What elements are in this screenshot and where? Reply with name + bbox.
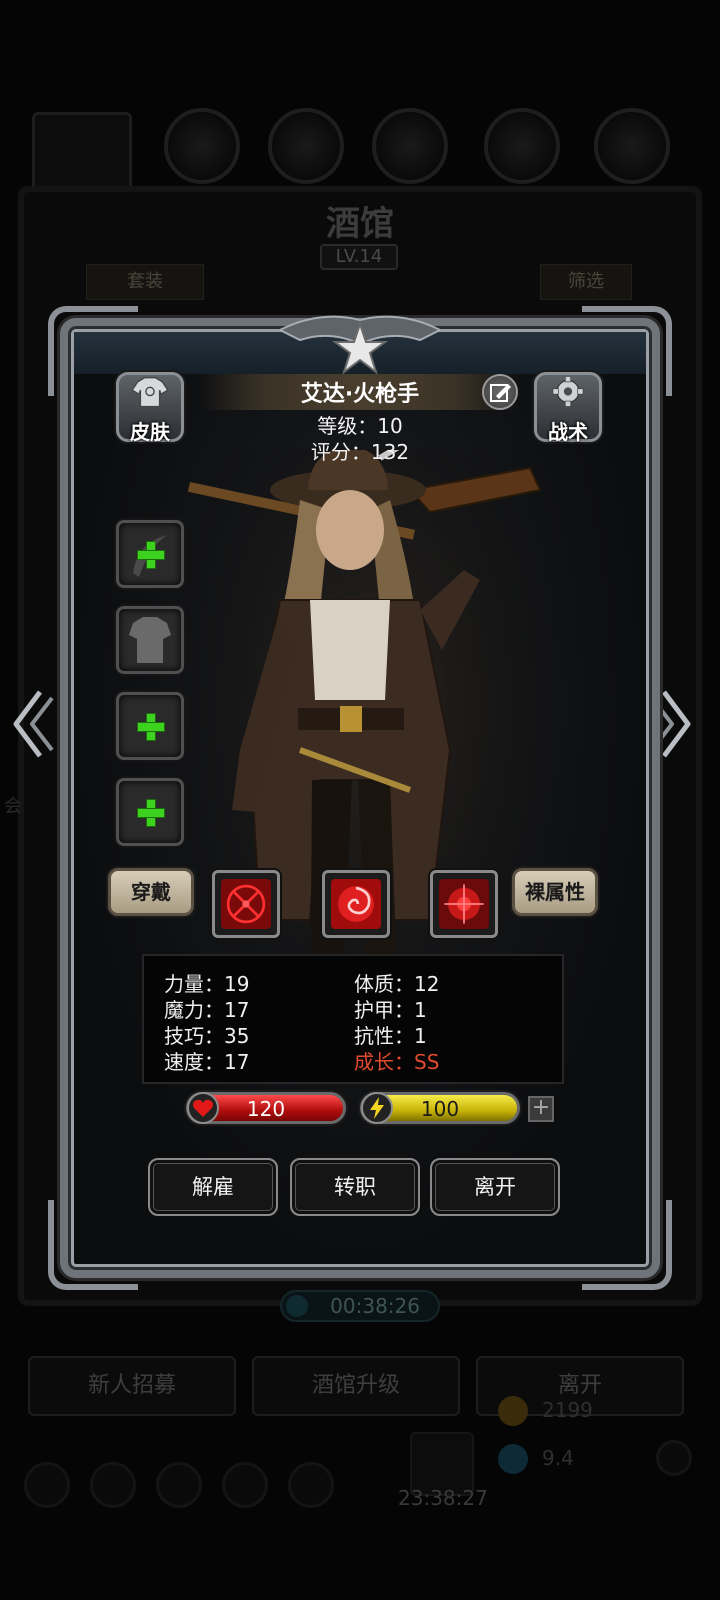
wear-button[interactable]: 穿戴 — [108, 868, 194, 916]
hp-value: 120 — [246, 1097, 286, 1121]
stat-skill: 技巧：35 — [164, 1024, 250, 1048]
add-plus-icon — [137, 713, 165, 741]
tavern-upgrade-button: 酒馆升级 — [252, 1356, 460, 1416]
equip-slot-weapon[interactable] — [116, 520, 184, 588]
bg-side-text: 会 — [4, 796, 22, 817]
bg-menu-icon — [594, 108, 670, 184]
skill-slot-3[interactable] — [430, 870, 498, 938]
frame-corner — [48, 1200, 138, 1290]
tactics-button-label: 战术 — [548, 420, 588, 444]
stat-resistance: 抗性：1 — [354, 1024, 427, 1048]
dock-icon — [156, 1462, 202, 1508]
dock-icon — [288, 1462, 334, 1508]
dismiss-button[interactable]: 解雇 — [148, 1158, 278, 1216]
skill-slot-1[interactable] — [212, 870, 280, 938]
stat-constitution: 体质：12 — [354, 972, 440, 996]
hero-name: 艾达·火枪手 — [300, 382, 420, 407]
recruit-button: 新人招募 — [28, 1356, 236, 1416]
skin-button[interactable]: 皮肤 — [116, 372, 184, 444]
bare-stats-button[interactable]: 裸属性 — [512, 868, 598, 916]
hero-detail-dialog: 艾达·火枪手 等级：10 评分：132 皮肤 战术 穿戴 裸属性 力量：19 魔… — [48, 306, 672, 1290]
star-icon — [331, 320, 389, 375]
stat-armor: 护甲：1 — [354, 998, 427, 1022]
frame-corner — [582, 1200, 672, 1290]
bg-menu-icon — [164, 108, 240, 184]
bg-extra-icon — [656, 1440, 692, 1476]
equip-slot-armor[interactable] — [116, 606, 184, 674]
swirl-skill-icon — [331, 879, 381, 929]
gem-icon — [498, 1444, 528, 1474]
dock-icon — [24, 1462, 70, 1508]
tavern-level: LV.14 — [320, 244, 398, 270]
bg-menu-icon — [268, 108, 344, 184]
stat-magic: 魔力：17 — [164, 998, 250, 1022]
add-energy-button[interactable]: + — [528, 1096, 554, 1122]
bg-menu-icon — [484, 108, 560, 184]
crosshair-skill-icon — [221, 879, 271, 929]
stat-speed: 速度：17 — [164, 1050, 250, 1074]
equip-slot-accessory-2[interactable] — [116, 778, 184, 846]
background-top-icons — [0, 108, 720, 202]
timer-icon — [286, 1295, 308, 1317]
add-plus-icon — [137, 799, 165, 827]
leave-button[interactable]: 离开 — [430, 1158, 560, 1216]
timer-text: 00:38:26 — [330, 1294, 420, 1318]
dock-icon — [222, 1462, 268, 1508]
tavern-title: 酒馆 — [326, 204, 394, 244]
gem-amount: 9.4 — [542, 1446, 574, 1470]
stat-strength: 力量：19 — [164, 972, 250, 996]
tavern-timer: 00:38:26 — [280, 1290, 440, 1322]
energy-value: 100 — [420, 1097, 460, 1121]
gold-coin-icon — [498, 1396, 528, 1426]
dock-icon — [90, 1462, 136, 1508]
previous-hero-arrow-icon[interactable] — [10, 688, 56, 760]
stat-growth: 成长：SS — [354, 1050, 440, 1074]
bg-menu-icon — [372, 108, 448, 184]
hp-bar: 120 — [186, 1092, 346, 1124]
job-change-button[interactable]: 转职 — [290, 1158, 420, 1216]
armor-silhouette-icon — [129, 617, 171, 663]
skill-slot-2[interactable] — [322, 870, 390, 938]
hero-level: 等级：10 — [317, 414, 403, 438]
add-plus-icon — [137, 541, 165, 569]
skin-button-label: 皮肤 — [130, 420, 170, 444]
tactics-button[interactable]: 战术 — [534, 372, 602, 444]
rename-button[interactable] — [482, 374, 518, 410]
energy-bar: 100 — [360, 1092, 520, 1124]
target-skill-icon — [439, 879, 489, 929]
tab-filter: 筛选 — [540, 264, 632, 300]
clock-text: 23:38:27 — [398, 1486, 488, 1510]
tab-set: 套装 — [86, 264, 204, 300]
equip-slot-accessory-1[interactable] — [116, 692, 184, 760]
stats-panel: 力量：19 魔力：17 技巧：35 速度：17 体质：12 护甲：1 抗性：1 … — [142, 954, 564, 1084]
gold-amount: 2199 — [542, 1398, 593, 1422]
edit-pencil-icon — [490, 384, 511, 402]
hero-score: 评分：132 — [310, 440, 410, 464]
